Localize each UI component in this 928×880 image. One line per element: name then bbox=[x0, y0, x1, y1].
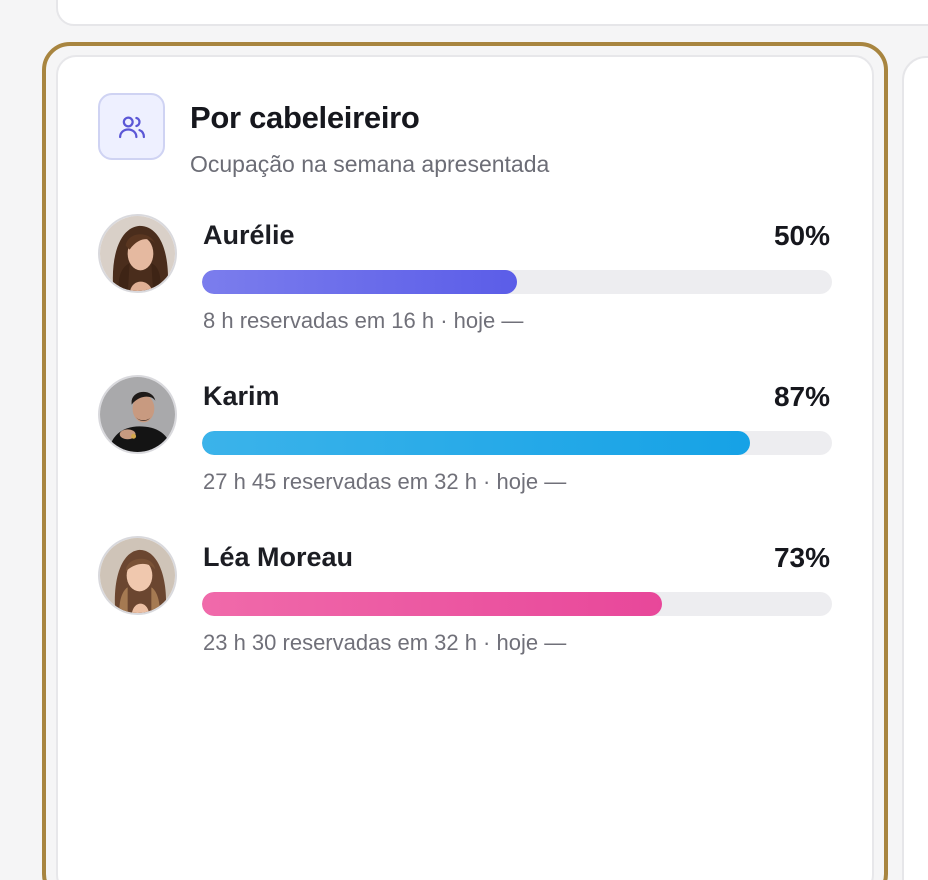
occupancy-percent: 50% bbox=[773, 220, 830, 251]
stylist-name: Karim bbox=[203, 381, 280, 411]
avatar-lea bbox=[98, 536, 177, 615]
stylist-row[interactable]: Léa Moreau 73% 23 h 30 reservadas em 32 … bbox=[0, 536, 928, 686]
hours-summary: 23 h 30 reservadas em 32 h · hoje — bbox=[203, 630, 567, 655]
users-icon bbox=[98, 93, 165, 160]
occupancy-bar bbox=[202, 270, 517, 294]
occupancy-track bbox=[202, 431, 832, 455]
avatar-karim bbox=[98, 375, 177, 454]
card-subtitle: Ocupação na semana apresentada bbox=[190, 151, 550, 177]
stylist-row[interactable]: Aurélie 50% 8 h reservadas em 16 h · hoj… bbox=[0, 214, 928, 364]
hours-summary: 8 h reservadas em 16 h · hoje — bbox=[203, 308, 524, 333]
occupancy-bar bbox=[202, 431, 751, 455]
occupancy-percent: 73% bbox=[773, 542, 830, 573]
stylist-row[interactable]: Karim 87% 27 h 45 reservadas em 32 h · h… bbox=[0, 375, 928, 525]
occupancy-bar bbox=[202, 592, 662, 616]
stylist-name: Léa Moreau bbox=[203, 542, 354, 572]
avatar-aurelie bbox=[98, 214, 177, 293]
occupancy-track bbox=[202, 270, 832, 294]
occupancy-percent: 87% bbox=[773, 381, 830, 412]
occupancy-track bbox=[202, 592, 832, 616]
card-title: Por cabeleireiro bbox=[190, 100, 420, 135]
stylist-name: Aurélie bbox=[203, 220, 295, 250]
hours-summary: 27 h 45 reservadas em 32 h · hoje — bbox=[203, 469, 567, 494]
previous-card bbox=[56, 0, 928, 26]
